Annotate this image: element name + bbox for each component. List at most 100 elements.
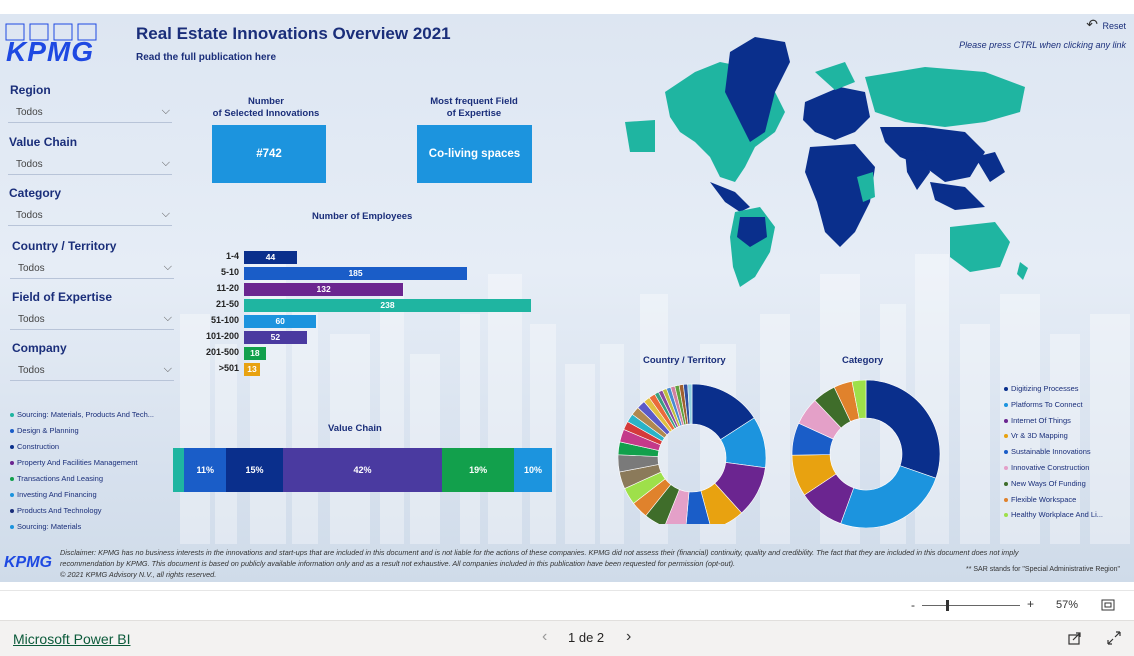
legend-dot-icon	[1004, 481, 1008, 486]
employees-bar-value: 60	[275, 316, 285, 326]
employees-bar-value: 18	[250, 348, 260, 358]
filter-expertise-dropdown[interactable]: Todos ⌵	[10, 312, 174, 330]
value-chain-segment-label: 11%	[196, 465, 214, 475]
map-new-zealand[interactable]	[1017, 262, 1028, 280]
legend-dot-icon	[1004, 418, 1008, 423]
value-chain-segment[interactable]: 19%	[442, 448, 515, 492]
employees-bar[interactable]: 13	[244, 363, 260, 376]
legend-dot-icon	[1004, 402, 1008, 407]
next-page-icon[interactable]: ›	[626, 628, 631, 646]
employees-category-label: 1-4	[225, 251, 239, 261]
employees-bar-value: 52	[270, 332, 281, 342]
category-legend-item[interactable]: Sustainable Innovations	[1004, 444, 1103, 460]
category-legend-item[interactable]: Flexible Workspace	[1004, 492, 1103, 508]
employees-bar-value: 238	[380, 300, 395, 310]
category-legend-label: New Ways Of Funding	[1011, 478, 1086, 488]
legend-item[interactable]: Investing And Financing	[10, 487, 154, 503]
value-chain-segment[interactable]: 11%	[184, 448, 227, 492]
filter-country-dropdown[interactable]: Todos ⌵	[10, 261, 174, 279]
legend-dot-icon	[1004, 434, 1008, 439]
chevron-down-icon: ⌵	[163, 261, 172, 273]
zoom-slider-track[interactable]	[922, 605, 1020, 606]
value-chain-segment[interactable]: 10%	[514, 448, 552, 492]
employees-bar[interactable]: 132	[244, 283, 404, 296]
chevron-down-icon: ⌵	[161, 208, 170, 220]
category-legend-item[interactable]: Platforms To Connect	[1004, 397, 1103, 413]
kpi-expertise-card[interactable]: Co-living spaces	[417, 125, 532, 183]
legend-label: Investing And Financing	[17, 490, 97, 499]
value-chain-segment-label: 19%	[469, 465, 488, 475]
kpi-innovations-label-line2: of Selected Innovations	[212, 108, 320, 119]
map-asia[interactable]	[880, 127, 985, 182]
value-chain-segment[interactable]: 42%	[282, 448, 443, 492]
legend-dot-icon	[1004, 387, 1008, 392]
kpi-innovations-card[interactable]: #742	[212, 125, 326, 183]
legend-label: Design & Planning	[17, 426, 79, 435]
employees-bar[interactable]: 44	[244, 251, 298, 264]
share-icon[interactable]	[1068, 631, 1082, 645]
publication-link[interactable]: Read the full publication here	[136, 52, 276, 63]
value-chain-segment[interactable]	[173, 448, 185, 492]
category-legend-item[interactable]: Internet Of Things	[1004, 413, 1103, 429]
employees-bar[interactable]: 238	[244, 299, 531, 312]
map-australia[interactable]	[950, 222, 1010, 272]
map-india[interactable]	[905, 150, 930, 190]
sar-note: ** SAR stands for "Special Administrativ…	[966, 566, 1120, 573]
legend-item[interactable]: Sourcing: Materials, Products And Tech..…	[10, 407, 154, 423]
legend-label: Construction	[17, 442, 60, 451]
filter-company-dropdown[interactable]: Todos ⌵	[10, 363, 174, 381]
legend-dot-icon	[10, 445, 14, 450]
fit-page-icon[interactable]	[1101, 599, 1115, 611]
map-alaska[interactable]	[625, 120, 655, 152]
value-chain-segment[interactable]: 15%	[226, 448, 283, 492]
category-legend-item[interactable]: Vr & 3D Mapping	[1004, 428, 1103, 444]
filter-value-chain-dropdown[interactable]: Todos ⌵	[8, 157, 172, 175]
filter-category-dropdown[interactable]: Todos ⌵	[8, 208, 172, 226]
legend-dot-icon	[1004, 513, 1008, 518]
map-japan[interactable]	[975, 152, 1005, 182]
kpi-expertise-label: Most frequent Field of Expertise	[410, 96, 538, 120]
world-map[interactable]	[625, 32, 1035, 292]
legend-item[interactable]: Design & Planning	[10, 423, 154, 439]
category-slice[interactable]	[840, 465, 937, 528]
map-central-america[interactable]	[710, 182, 750, 212]
filter-category-label: Category	[9, 186, 62, 200]
country-chart-title: Country / Territory	[643, 355, 726, 366]
category-legend-item[interactable]: New Ways Of Funding	[1004, 476, 1103, 492]
category-donut-chart[interactable]	[790, 374, 944, 528]
legend-label: Products And Technology	[17, 506, 102, 515]
fullscreen-icon[interactable]	[1107, 631, 1121, 645]
map-scandinavia[interactable]	[815, 62, 855, 90]
employees-bar[interactable]: 60	[244, 315, 317, 328]
category-legend-item[interactable]: Digitizing Processes	[1004, 381, 1103, 397]
category-chart-title: Category	[842, 355, 884, 366]
map-southeast-asia[interactable]	[930, 182, 985, 210]
employees-bar[interactable]: 18	[244, 347, 266, 360]
legend-item[interactable]: Construction	[10, 439, 154, 455]
value-chain-title: Value Chain	[328, 423, 382, 434]
report-canvas: KPMG Real Estate Innovations Overview 20…	[0, 14, 1134, 582]
zoom-out-button[interactable]: -	[911, 598, 915, 612]
filter-region-dropdown[interactable]: Todos ⌵	[8, 105, 172, 123]
kpi-expertise-label-line2: of Expertise	[446, 108, 502, 119]
powerbi-link[interactable]: Microsoft Power BI	[13, 631, 130, 647]
legend-item[interactable]: Property And Facilities Management	[10, 455, 154, 471]
category-legend-item[interactable]: Innovative Construction	[1004, 460, 1103, 476]
kpi-expertise-label-line1: Most frequent Field	[430, 96, 518, 107]
value-chain-legend: Sourcing: Materials, Products And Tech..…	[10, 407, 154, 535]
legend-item[interactable]: Products And Technology	[10, 503, 154, 519]
prev-page-icon[interactable]: ‹	[542, 628, 547, 646]
legend-item[interactable]: Transactions And Leasing	[10, 471, 154, 487]
zoom-in-button[interactable]: +	[1027, 597, 1034, 611]
legend-item[interactable]: Sourcing: Materials	[10, 519, 154, 535]
map-europe[interactable]	[803, 87, 870, 140]
category-slice[interactable]	[865, 379, 941, 479]
category-legend-item[interactable]: Healthy Workplace And Li...	[1004, 507, 1103, 523]
employees-bar[interactable]: 52	[244, 331, 307, 344]
zoom-slider-thumb[interactable]	[946, 600, 949, 611]
map-russia[interactable]	[865, 67, 1025, 127]
employees-bar[interactable]: 185	[244, 267, 468, 280]
employees-chart-title: Number of Employees	[312, 211, 413, 222]
country-donut-chart[interactable]	[618, 374, 768, 524]
value-chain-segment-label: 10%	[524, 465, 543, 475]
